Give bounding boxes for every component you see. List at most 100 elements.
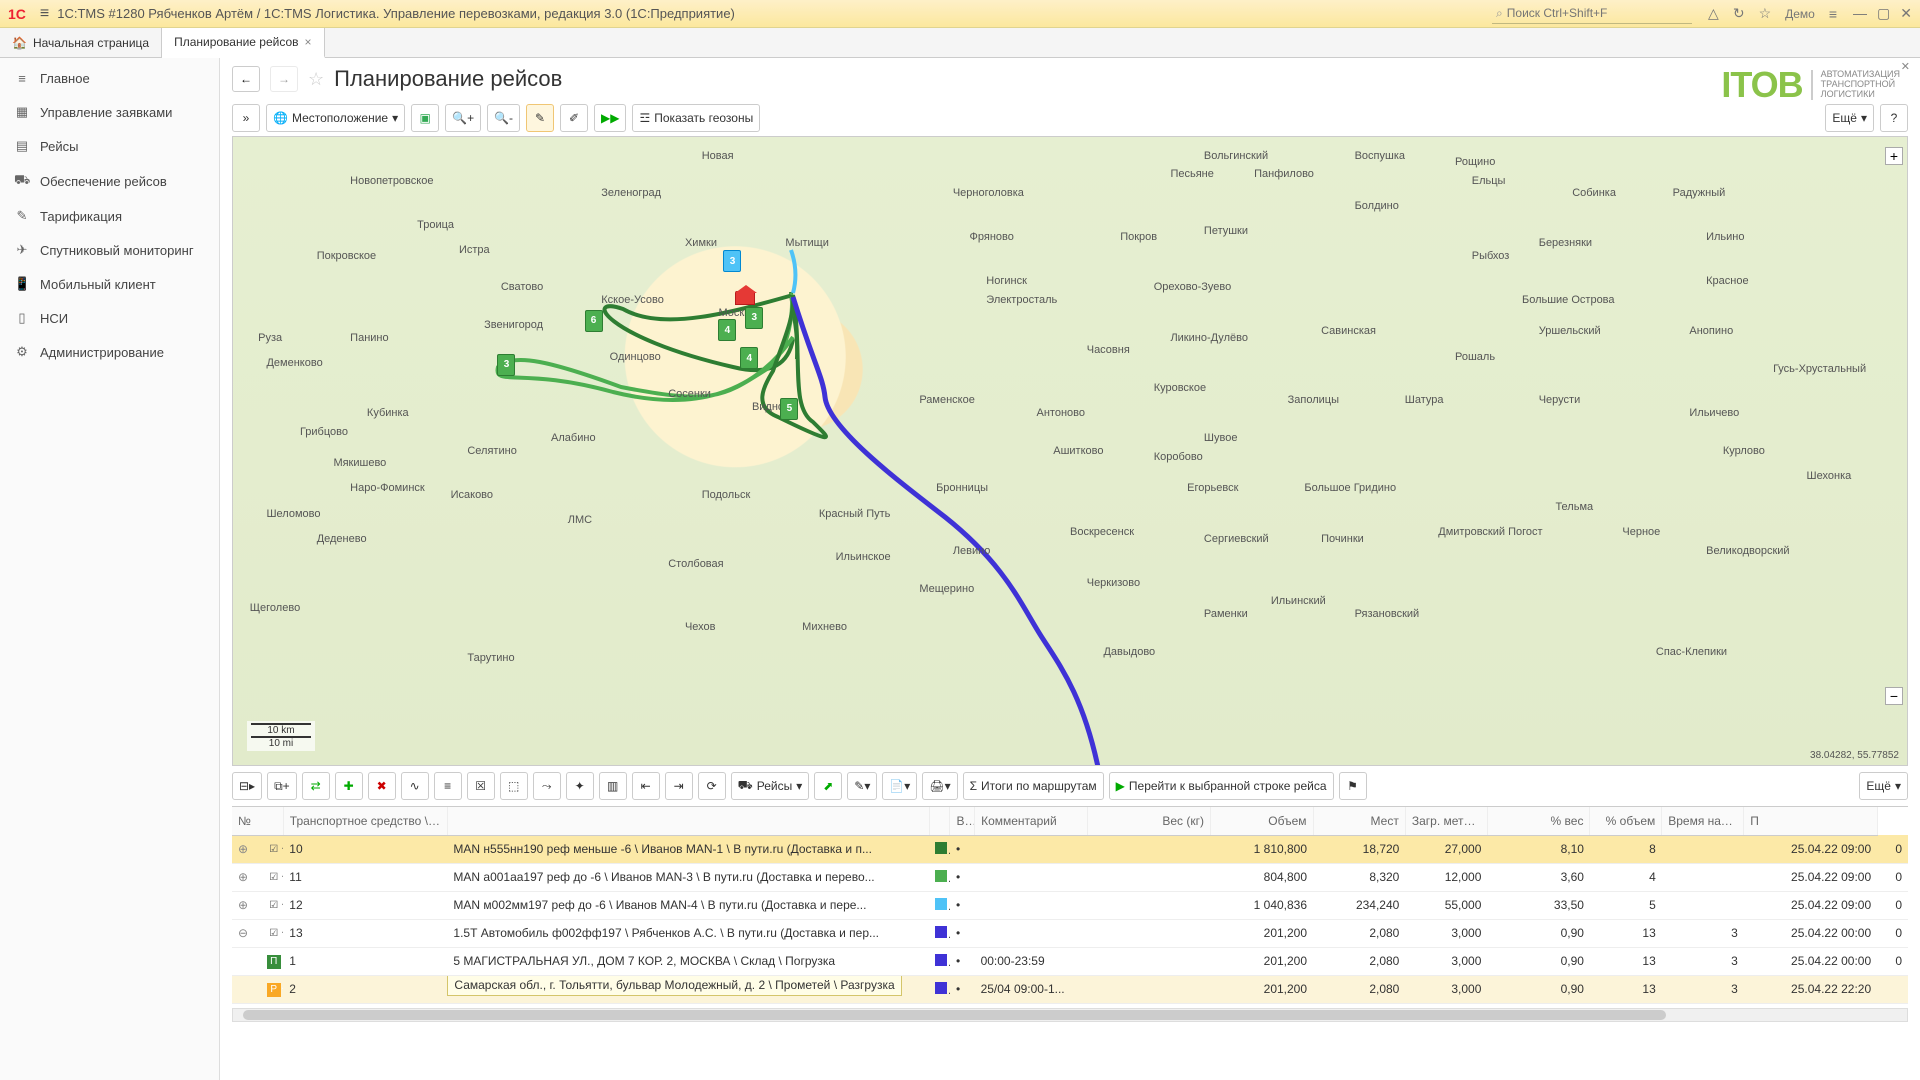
optimize-button[interactable]: ✦ — [566, 772, 594, 800]
play-button[interactable]: ▶▶ — [594, 104, 626, 132]
sidebar-item-2[interactable]: ▤Рейсы — [0, 129, 219, 163]
map-marker[interactable]: 5 — [780, 398, 798, 420]
location-dropdown[interactable]: 🌐 Местоположение ▾ — [266, 104, 405, 132]
map-zoom-out-icon[interactable]: − — [1885, 687, 1903, 705]
tab-home[interactable]: 🏠 Начальная страница — [0, 28, 162, 57]
sidebar-item-4[interactable]: ✎Тарификация — [0, 199, 219, 233]
map-marker[interactable]: 6 — [585, 310, 603, 332]
city-label: Вольгинский — [1204, 150, 1268, 162]
col-header[interactable]: Загр. метров — [1405, 807, 1487, 835]
star-icon[interactable]: ☆ — [1759, 5, 1772, 22]
expand-button[interactable]: » — [232, 104, 260, 132]
col-header[interactable]: № — [232, 807, 283, 835]
col-header[interactable] — [929, 807, 950, 835]
table-row[interactable]: П15 МАГИСТРАЛЬНАЯ УЛ., ДОМ 7 КОР. 2, МОС… — [232, 947, 1908, 975]
edit-button[interactable]: ✐ — [560, 104, 588, 132]
table-row[interactable]: P2Самарская обл., г. Тольятти, бульвар М… — [232, 975, 1908, 1003]
search-box[interactable]: ⌕ — [1492, 4, 1692, 24]
favorite-icon[interactable]: ☆ — [308, 69, 324, 90]
city-label: Ильичево — [1689, 407, 1739, 419]
sidebar-item-3[interactable]: ⛟Обеспечение рейсов — [0, 163, 219, 199]
fit-button[interactable]: ▣ — [411, 104, 439, 132]
search-input[interactable] — [1507, 6, 1688, 20]
chart-button[interactable]: ∿ — [401, 772, 429, 800]
copy-button[interactable]: ⧉+ — [267, 772, 297, 800]
map-marker[interactable]: 4 — [718, 319, 736, 341]
help-button[interactable]: ? — [1880, 104, 1908, 132]
bottom-more-button[interactable]: Ещё▾ — [1859, 772, 1908, 800]
col-header[interactable]: Временное окно — [950, 807, 975, 835]
remove-point-button[interactable]: ✖ — [368, 772, 396, 800]
table-row[interactable]: ⊕☑12MAN м002мм197 реф до -6 \ Иванов MAN… — [232, 891, 1908, 919]
select-area-button[interactable]: ⬚ — [500, 772, 528, 800]
map-marker[interactable]: 3 — [497, 354, 515, 376]
zoom-in-button[interactable]: 🔍+ — [445, 104, 481, 132]
col-header[interactable]: Вес (кг) — [1087, 807, 1210, 835]
sidebar-item-1[interactable]: ▦Управление заявками — [0, 95, 219, 129]
list-button[interactable]: ≡ — [434, 772, 462, 800]
expand-icon[interactable]: ⊕ — [238, 898, 248, 912]
col-header[interactable]: % объем — [1590, 807, 1662, 835]
zoom-out-button[interactable]: 🔍- — [487, 104, 520, 132]
table-row[interactable]: ⊕☑10MAN н555нн190 реф меньше -6 \ Иванов… — [232, 835, 1908, 863]
collapse-button[interactable]: ⇤ — [632, 772, 660, 800]
table-row[interactable]: ⊖☑131.5Т Автомобиль ф002фф197 \ Рябченко… — [232, 919, 1908, 947]
map-marker[interactable] — [735, 291, 755, 305]
col-header[interactable]: Транспортное средство \ Водитель \ Контр… — [283, 807, 447, 835]
burger-icon[interactable]: ≡ — [40, 5, 49, 23]
history-icon[interactable]: ↻ — [1733, 5, 1745, 22]
page-close-icon[interactable]: ✕ — [1901, 60, 1910, 73]
col-header[interactable] — [447, 807, 929, 835]
tab-close-icon[interactable]: × — [305, 35, 312, 49]
draw-line-button[interactable]: ✎ — [526, 104, 554, 132]
swap-button[interactable]: ⇄ — [302, 772, 330, 800]
columns-button[interactable]: ▥ — [599, 772, 627, 800]
add-point-button[interactable]: ✚ — [335, 772, 363, 800]
demo-label[interactable]: Демо — [1785, 7, 1815, 21]
expand-all-button[interactable]: ⇥ — [665, 772, 693, 800]
col-header[interactable]: П — [1744, 807, 1877, 835]
forward-button[interactable]: → — [270, 66, 298, 92]
trips-dropdown[interactable]: ⛟ Рейсы ▾ — [731, 772, 810, 800]
minimize-icon[interactable]: — — [1853, 5, 1867, 22]
map-zoom-in-icon[interactable]: + — [1885, 147, 1903, 165]
doc-button[interactable]: 📄▾ — [882, 772, 917, 800]
col-header[interactable]: Время начала — [1662, 807, 1744, 835]
sidebar-item-0[interactable]: ≡Главное — [0, 62, 219, 95]
map[interactable]: НоваяВольгинскийВоспушкаПанфиловоНовопет… — [232, 136, 1908, 766]
col-header[interactable]: % вес — [1487, 807, 1590, 835]
edit-trip-button[interactable]: ✎▾ — [847, 772, 877, 800]
clear-button[interactable]: ☒ — [467, 772, 495, 800]
back-button[interactable]: ← — [232, 66, 260, 92]
col-header[interactable]: Объем — [1210, 807, 1313, 835]
expand-icon[interactable]: ⊕ — [238, 842, 248, 856]
sidebar-item-8[interactable]: ⚙Администрирование — [0, 335, 219, 369]
map-more-button[interactable]: Ещё▾ — [1825, 104, 1874, 132]
col-header[interactable]: Мест — [1313, 807, 1405, 835]
route-button[interactable]: ⤳ — [533, 772, 561, 800]
close-icon[interactable]: ✕ — [1900, 5, 1912, 22]
maximize-icon[interactable]: ▢ — [1877, 5, 1890, 22]
expand-icon[interactable]: ⊖ — [238, 926, 248, 940]
expand-icon[interactable]: ⊕ — [238, 870, 248, 884]
flag-button[interactable]: ⚑ — [1339, 772, 1367, 800]
show-geozones-button[interactable]: ☲ Показать геозоны — [632, 104, 760, 132]
col-header[interactable]: Комментарий — [975, 807, 1088, 835]
route-totals-button[interactable]: ΣИтоги по маршрутам — [963, 772, 1104, 800]
refresh-button[interactable]: ⟳ — [698, 772, 726, 800]
print-button[interactable]: 🖨▾ — [922, 772, 957, 800]
sidebar-item-6[interactable]: 📱Мобильный клиент — [0, 267, 219, 301]
bell-icon[interactable]: △ — [1708, 5, 1719, 22]
sidebar-item-7[interactable]: ▯НСИ — [0, 301, 219, 335]
tab-planning[interactable]: Планирование рейсов × — [162, 28, 324, 58]
export-button[interactable]: ⬈ — [814, 772, 842, 800]
sidebar-item-5[interactable]: ✈Спутниковый мониторинг — [0, 233, 219, 267]
h-scrollbar[interactable] — [232, 1008, 1908, 1022]
menu-icon[interactable]: ≡ — [1829, 6, 1837, 22]
goto-row-button[interactable]: ▶Перейти к выбранной строке рейса — [1109, 772, 1334, 800]
table-row[interactable]: ⊕☑11MAN а001аа197 реф до -6 \ Иванов MAN… — [232, 863, 1908, 891]
map-marker[interactable]: 3 — [745, 307, 763, 329]
map-marker[interactable]: 4 — [740, 347, 758, 369]
map-marker[interactable]: 3 — [723, 250, 741, 272]
tree-button[interactable]: ⊟▸ — [232, 772, 262, 800]
